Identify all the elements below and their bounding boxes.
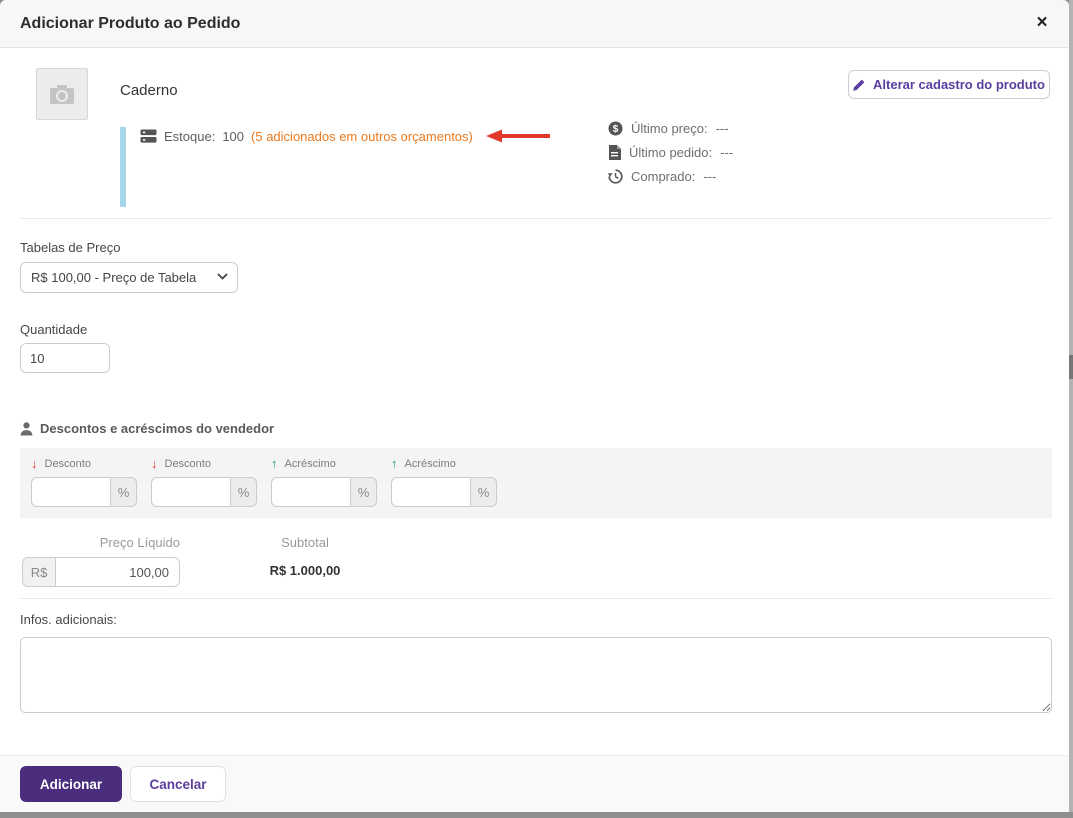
product-name: Caderno bbox=[120, 82, 178, 99]
surcharge-input-2[interactable] bbox=[391, 477, 470, 507]
camera-icon bbox=[49, 83, 75, 105]
stock-accent-bar bbox=[120, 127, 126, 207]
last-order-value: --- bbox=[720, 145, 734, 160]
subtotal-column: Subtotal R$ 1.000,00 bbox=[240, 535, 370, 578]
stock-value: 100 bbox=[222, 128, 245, 144]
product-image-placeholder bbox=[36, 68, 88, 120]
person-icon bbox=[20, 421, 33, 436]
additional-info-label: Infos. adicionais: bbox=[20, 612, 117, 627]
last-price-value: --- bbox=[715, 121, 729, 136]
subtotal-value: R$ 1.000,00 bbox=[269, 563, 341, 578]
stock-note-link[interactable]: (5 adicionados em outros orçamentos) bbox=[251, 129, 473, 144]
edit-product-button[interactable]: Alterar cadastro do produto bbox=[848, 70, 1050, 99]
modal-header: Adicionar Produto ao Pedido × bbox=[0, 0, 1069, 48]
quantity-input[interactable] bbox=[20, 343, 110, 373]
last-price-label: Último preço: bbox=[631, 121, 708, 136]
document-icon bbox=[608, 145, 621, 160]
last-price-row: $ Último preço: --- bbox=[608, 120, 733, 137]
surcharge-field-2: ↑ Acréscimo % bbox=[391, 457, 497, 507]
arrow-up-icon: ↑ bbox=[391, 456, 398, 471]
quantity-label: Quantidade bbox=[20, 322, 88, 337]
net-price-input[interactable] bbox=[55, 557, 180, 587]
price-table-label: Tabelas de Preço bbox=[20, 240, 121, 255]
cancel-button[interactable]: Cancelar bbox=[130, 766, 226, 802]
dollar-circle-icon: $ bbox=[608, 121, 623, 136]
pencil-icon bbox=[853, 79, 865, 91]
last-order-row: Último pedido: --- bbox=[608, 144, 733, 161]
discount-field-1: ↓ Desconto % bbox=[31, 457, 137, 507]
arrow-up-icon: ↑ bbox=[271, 456, 278, 471]
surcharge-input-1[interactable] bbox=[271, 477, 350, 507]
percent-addon: % bbox=[230, 477, 257, 507]
net-price-column: Preço Líquido R$ bbox=[22, 535, 180, 587]
percent-addon: % bbox=[470, 477, 497, 507]
percent-addon: % bbox=[110, 477, 137, 507]
purchased-label: Comprado: bbox=[631, 169, 696, 184]
section-divider bbox=[20, 598, 1052, 599]
surcharge-field-1: ↑ Acréscimo % bbox=[271, 457, 377, 507]
additional-info-textarea[interactable] bbox=[20, 637, 1052, 713]
stock-icon bbox=[140, 128, 157, 144]
add-product-modal: Adicionar Produto ao Pedido × Caderno Es… bbox=[0, 0, 1069, 812]
modal-title: Adicionar Produto ao Pedido bbox=[20, 14, 241, 32]
adjustments-heading-text: Descontos e acréscimos do vendedor bbox=[40, 421, 275, 436]
net-price-label: Preço Líquido bbox=[99, 535, 180, 550]
close-icon[interactable]: × bbox=[1029, 10, 1055, 36]
scrollbar-thumb[interactable] bbox=[1069, 355, 1073, 379]
stock-label: Estoque: bbox=[164, 128, 216, 144]
arrow-down-icon: ↓ bbox=[151, 456, 158, 471]
stock-row: Estoque: 100 (5 adicionados em outros or… bbox=[140, 127, 552, 145]
discount-field-2: ↓ Desconto % bbox=[151, 457, 257, 507]
backdrop-edge bbox=[0, 812, 1073, 818]
modal-footer: Adicionar Cancelar bbox=[0, 755, 1069, 812]
adjustments-heading: Descontos e acréscimos do vendedor bbox=[20, 421, 274, 436]
backdrop-edge bbox=[1069, 0, 1073, 818]
discount-input-2[interactable] bbox=[151, 477, 230, 507]
purchased-value: --- bbox=[703, 169, 717, 184]
currency-addon: R$ bbox=[22, 557, 55, 587]
svg-text:$: $ bbox=[613, 124, 619, 135]
subtotal-label: Subtotal bbox=[281, 535, 329, 550]
history-clock-icon bbox=[608, 169, 623, 184]
last-order-label: Último pedido: bbox=[629, 145, 713, 160]
add-button[interactable]: Adicionar bbox=[20, 766, 122, 802]
price-table-select[interactable]: R$ 100,00 - Preço de Tabela bbox=[20, 262, 238, 293]
section-divider bbox=[20, 218, 1052, 219]
discount-input-1[interactable] bbox=[31, 477, 110, 507]
product-history-list: $ Último preço: --- Último pedido: --- C… bbox=[608, 120, 733, 185]
annotation-arrow-icon bbox=[485, 129, 552, 143]
purchased-row: Comprado: --- bbox=[608, 168, 733, 185]
arrow-down-icon: ↓ bbox=[31, 456, 38, 471]
percent-addon: % bbox=[350, 477, 377, 507]
